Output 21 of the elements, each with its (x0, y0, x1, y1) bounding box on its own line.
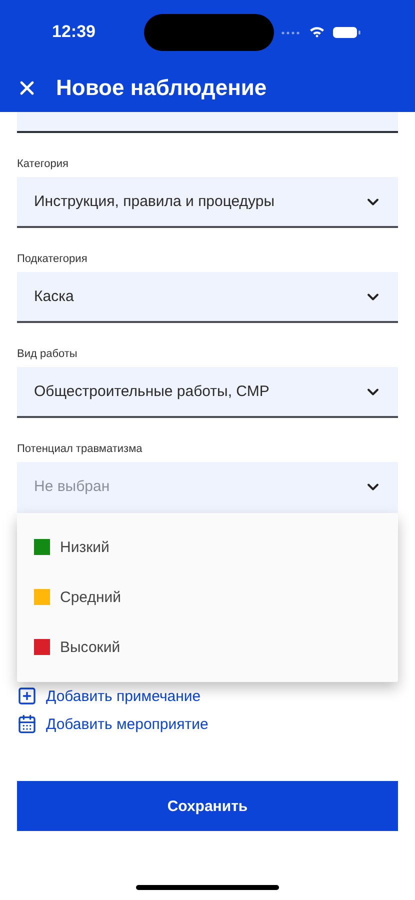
dropdown-field[interactable] (17, 112, 398, 133)
dropdown-field[interactable]: Общестроительные работы, СМР (17, 367, 398, 418)
add-link[interactable]: Добавить мероприятие (17, 712, 208, 736)
battery-icon (333, 27, 360, 38)
menu-option[interactable]: Высокий (17, 622, 398, 672)
add-link[interactable]: Добавить примечание (17, 684, 201, 708)
field-label: Потенциал травматизма (17, 442, 144, 456)
dropdown-field[interactable]: Инструкция, правила и процедуры (17, 177, 398, 228)
save-button[interactable]: Сохранить (17, 781, 398, 831)
wifi-icon (310, 27, 324, 38)
field-label: Категория (17, 157, 70, 171)
signal-icon (282, 32, 300, 34)
calendar-icon (17, 714, 37, 734)
status-time: 12:39 (52, 22, 96, 42)
dropdown-field[interactable]: Каска (17, 272, 398, 323)
menu-option[interactable]: Низкий (17, 522, 398, 572)
field-label: Подкатегория (17, 252, 88, 266)
add-note-icon (17, 686, 37, 706)
field-label: Вид работы (17, 347, 78, 361)
screen-title: Новое наблюдение (56, 75, 267, 101)
menu-option[interactable]: Средний (17, 572, 398, 622)
